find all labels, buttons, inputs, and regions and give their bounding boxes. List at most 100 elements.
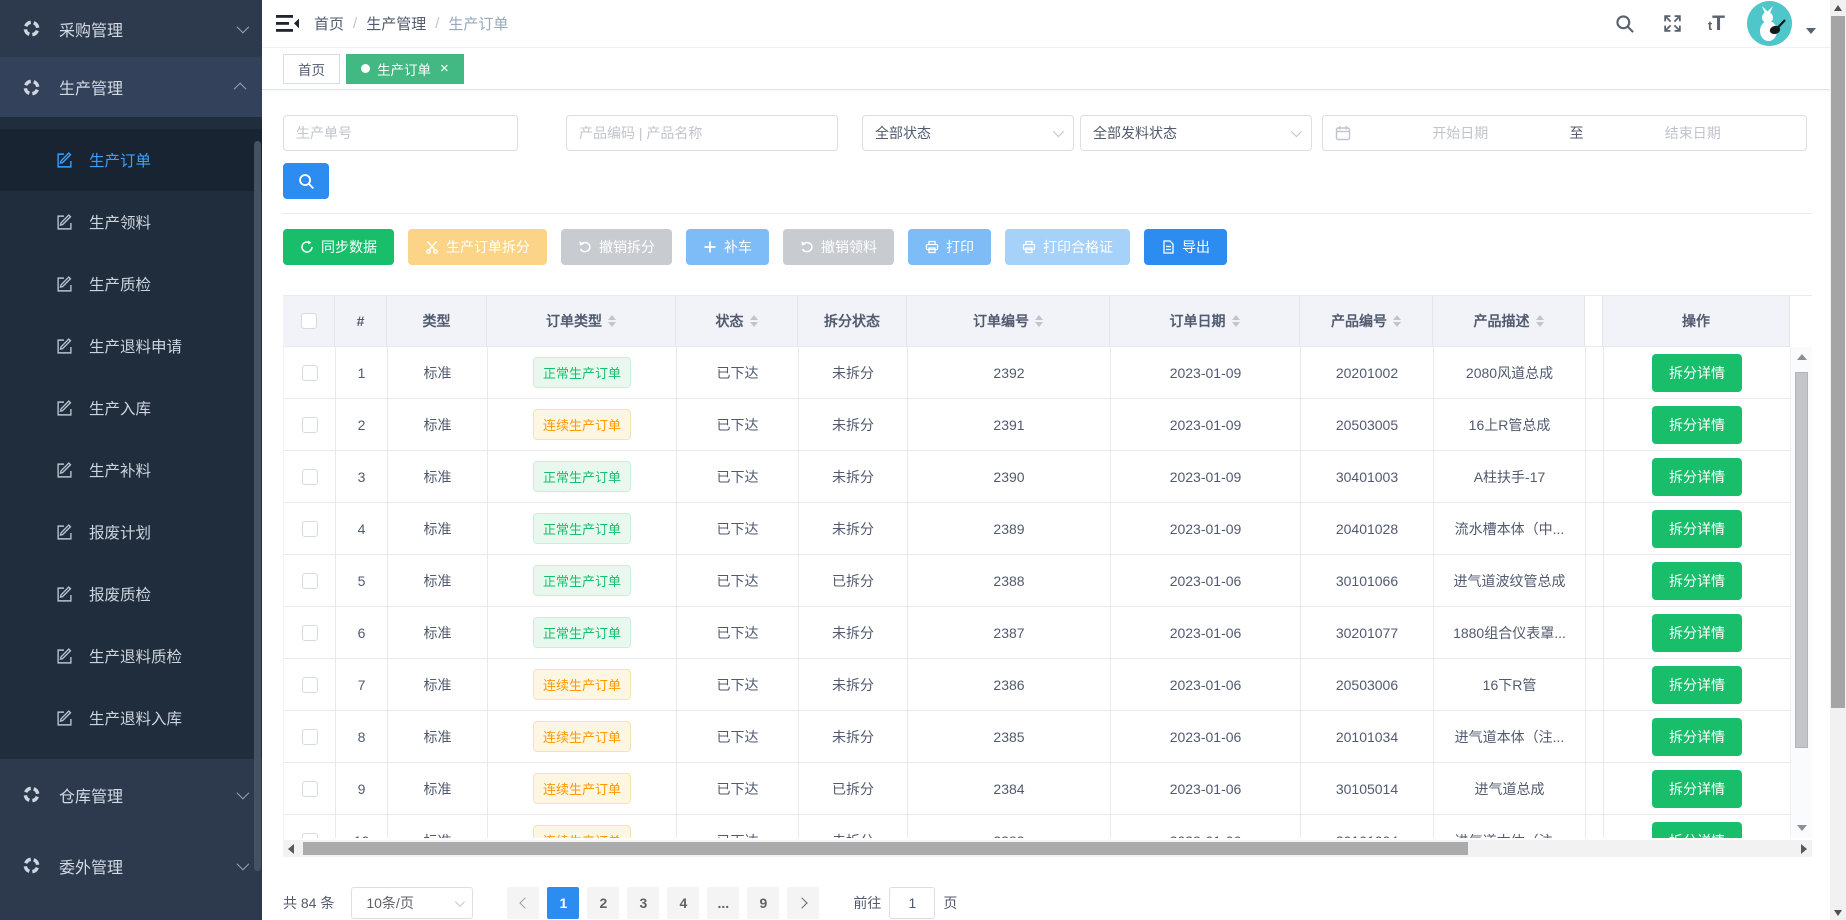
scroll-down-arrow-icon[interactable] [1830,905,1846,920]
user-avatar[interactable] [1747,1,1792,46]
production-submenu: 生产订单 生产领料 生产质检 生产退料申请 生产入库 生产补料 报废计划 [0,117,262,759]
row-checkbox[interactable] [302,469,318,485]
toolbar-button[interactable]: 打印合格证 [1005,229,1130,265]
page-button[interactable]: 2 [587,887,619,919]
issue-status-select[interactable]: 全部发料状态 [1080,115,1312,151]
row-checkbox[interactable] [302,833,318,839]
sort-caret-icon[interactable] [608,315,616,327]
table-horizontal-scrollbar[interactable] [283,840,1812,857]
table-vertical-scrollbar[interactable] [1790,347,1812,838]
sidebar-subitem[interactable]: 生产退料入库 [0,687,262,749]
fullscreen-icon[interactable] [1660,11,1686,37]
sidebar-subitem[interactable]: 生产订单 [0,129,262,191]
sidebar-subitem[interactable]: 生产领料 [0,191,262,253]
column-header[interactable]: 产品描述 [1433,296,1585,347]
column-header[interactable]: 产品编号 [1300,296,1433,347]
tab-close-icon[interactable]: × [440,60,449,77]
split-detail-button[interactable]: 拆分详情 [1652,458,1742,496]
row-checkbox[interactable] [302,365,318,381]
scroll-down-arrow-icon[interactable] [1791,820,1812,836]
user-menu-caret-icon[interactable] [1806,28,1816,34]
row-checkbox[interactable] [302,729,318,745]
prev-page-button[interactable] [507,887,539,919]
breadcrumb-home[interactable]: 首页 [314,13,344,34]
scroll-up-arrow-icon[interactable] [1830,0,1846,15]
sidebar-subitem[interactable]: 生产补料 [0,439,262,501]
menu-collapse-icon[interactable] [270,7,304,41]
column-header[interactable]: 订单编号 [907,296,1110,347]
row-checkbox[interactable] [302,521,318,537]
column-header[interactable]: 状态 [676,296,798,347]
production-no-input[interactable] [283,115,518,151]
split-detail-button[interactable]: 拆分详情 [1652,614,1742,652]
column-header[interactable]: 订单日期 [1110,296,1300,347]
toolbar-button[interactable]: 撤销拆分 [561,229,672,265]
sort-caret-icon[interactable] [1536,315,1544,327]
search-icon[interactable] [1612,11,1638,37]
sidebar-item-purchase[interactable]: 采购管理 [0,0,262,57]
sidebar-scrollbar-thumb[interactable] [254,141,261,871]
next-page-button[interactable] [787,887,819,919]
date-range-picker[interactable]: 开始日期 至 结束日期 [1322,115,1807,151]
breadcrumb-section[interactable]: 生产管理 [366,13,426,34]
vertical-scrollbar-thumb[interactable] [1795,372,1808,748]
sidebar-subitem[interactable]: 报废计划 [0,501,262,563]
date-end-placeholder[interactable]: 结束日期 [1592,123,1795,143]
page-button[interactable]: 4 [667,887,699,919]
split-detail-button[interactable]: 拆分详情 [1652,354,1742,392]
page-size-select[interactable]: 10条/页 [351,887,473,919]
goto-page-input[interactable] [889,887,935,919]
sidebar-subitem[interactable]: 生产退料质检 [0,625,262,687]
cell-action: 拆分详情 [1604,399,1791,450]
sidebar-subitem[interactable]: 生产入库 [0,377,262,439]
split-detail-button[interactable]: 拆分详情 [1652,718,1742,756]
sidebar-item-outsourcing[interactable]: 委外管理 [0,830,262,901]
scroll-right-arrow-icon[interactable] [1796,840,1812,857]
sidebar-item-warehouse[interactable]: 仓库管理 [0,759,262,830]
sidebar-subitem[interactable]: 报废质检 [0,563,262,625]
font-size-icon[interactable]: tT [1708,12,1725,36]
window-scrollbar-thumb[interactable] [1831,16,1845,708]
sort-caret-icon[interactable] [750,315,758,327]
page-button[interactable]: 9 [747,887,779,919]
column-header[interactable]: 订单类型 [487,296,676,347]
toolbar-button[interactable]: 导出 [1144,229,1227,265]
split-detail-button[interactable]: 拆分详情 [1652,562,1742,600]
scroll-left-arrow-icon[interactable] [283,840,299,857]
window-scrollbar[interactable] [1830,0,1846,920]
row-checkbox[interactable] [302,625,318,641]
tab-home[interactable]: 首页 [283,54,340,84]
sort-caret-icon[interactable] [1232,315,1240,327]
tab-production-order[interactable]: 生产订单 × [346,54,464,84]
toolbar-button[interactable]: 同步数据 [283,229,394,265]
split-detail-button[interactable]: 拆分详情 [1652,510,1742,548]
row-checkbox[interactable] [302,781,318,797]
toolbar-button[interactable]: 补车 [686,229,769,265]
search-button[interactable] [283,163,329,199]
split-detail-button[interactable]: 拆分详情 [1652,406,1742,444]
row-checkbox[interactable] [302,677,318,693]
scroll-up-arrow-icon[interactable] [1791,349,1812,365]
split-detail-button[interactable]: 拆分详情 [1652,770,1742,808]
page-button[interactable]: 3 [627,887,659,919]
split-detail-button[interactable]: 拆分详情 [1652,666,1742,704]
select-all-checkbox[interactable] [301,313,317,329]
status-select[interactable]: 全部状态 [862,115,1074,151]
horizontal-scrollbar-thumb[interactable] [303,842,1468,855]
date-start-placeholder[interactable]: 开始日期 [1359,123,1562,143]
page-button[interactable]: 1 [547,887,579,919]
product-input[interactable] [566,115,838,151]
toolbar-button[interactable]: 打印 [908,229,991,265]
sidebar-item-production[interactable]: 生产管理 [0,57,262,117]
toolbar-button[interactable]: 撤销领料 [783,229,894,265]
sort-caret-icon[interactable] [1035,315,1043,327]
sidebar-subitem[interactable]: 生产退料申请 [0,315,262,377]
row-checkbox[interactable] [302,573,318,589]
row-checkbox[interactable] [302,417,318,433]
toolbar-button[interactable]: 生产订单拆分 [408,229,547,265]
split-detail-button[interactable]: 拆分详情 [1652,822,1742,839]
sidebar-subitem[interactable]: 生产质检 [0,253,262,315]
page-ellipsis[interactable]: ... [707,887,739,919]
sort-caret-icon[interactable] [1393,315,1401,327]
gap-column [1585,296,1603,347]
